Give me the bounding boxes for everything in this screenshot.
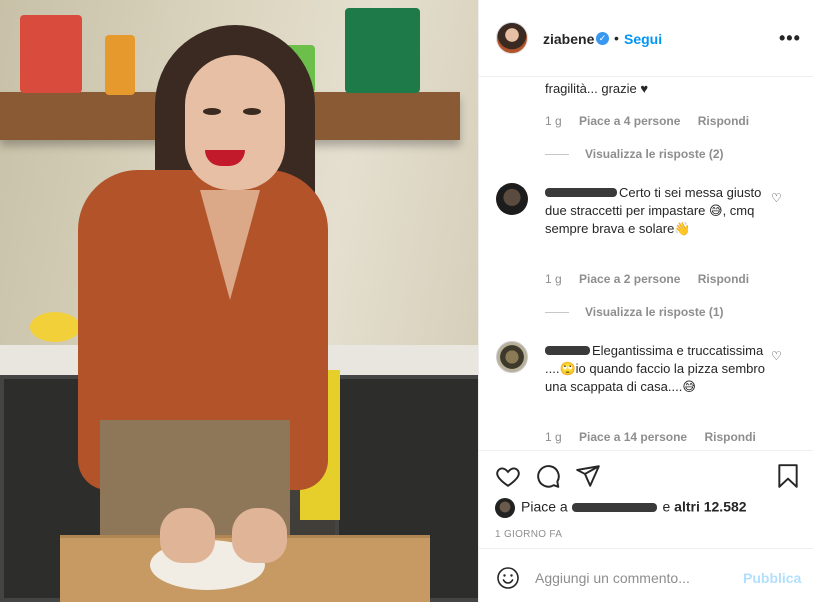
likes-others-count[interactable]: altri 12.582 <box>674 499 746 515</box>
separator-dot: • <box>614 30 619 46</box>
person-hand <box>232 508 287 563</box>
comment-like-heart-icon[interactable]: ♡ <box>771 191 782 205</box>
commenter-avatar[interactable] <box>496 183 528 215</box>
likes-summary[interactable]: Piace a e altri 12.582 <box>495 498 747 518</box>
comment-likes[interactable]: Piace a 14 persone <box>579 430 687 444</box>
share-icon[interactable] <box>575 463 601 489</box>
replies-divider <box>545 312 569 314</box>
comment-text: fragilità... grazie ♥ <box>545 81 649 96</box>
likes-prefix: Piace a <box>521 498 568 515</box>
post-header: ziabene ✓ • Segui ••• <box>479 0 813 77</box>
comment-input[interactable] <box>535 567 735 589</box>
comment-time[interactable]: 1 g <box>545 114 562 128</box>
comment-meta: 1 g Piace a 2 persone Rispondi <box>545 272 763 286</box>
publish-button[interactable]: Pubblica <box>743 570 801 586</box>
comment-body: Certo ti sei messa giusto due straccetti… <box>545 184 765 238</box>
fruit <box>30 312 80 342</box>
person-hand <box>160 508 215 563</box>
avatar[interactable] <box>496 22 528 54</box>
comment-like-heart-icon[interactable]: ♡ <box>771 349 782 363</box>
heart-icon[interactable] <box>495 463 521 489</box>
post-actions: Piace a e altri 12.582 1 GIORNO FA <box>479 450 813 546</box>
comment-time[interactable]: 1 g <box>545 272 562 286</box>
comment-time[interactable]: 1 g <box>545 430 562 444</box>
comment-likes[interactable]: Piace a 2 persone <box>579 272 680 286</box>
view-replies-button[interactable]: Visualizza le risposte (1) <box>545 305 724 319</box>
username-link[interactable]: ziabene <box>543 31 594 47</box>
reply-button[interactable]: Rispondi <box>704 430 755 444</box>
redacted-username <box>545 346 590 356</box>
commenter-avatar[interactable] <box>496 341 528 373</box>
shelf-jar <box>345 8 420 93</box>
post-image[interactable] <box>0 0 478 602</box>
comments-list[interactable]: fragilità... grazie ♥ 1 g Piace a 4 pers… <box>479 78 813 450</box>
redacted-liker-username <box>571 502 657 512</box>
comment-body: Elegantissima e truccatissima ....🙄io qu… <box>545 342 765 396</box>
comment-meta: 1 g Piace a 4 persone Rispondi <box>545 114 763 128</box>
reply-button[interactable]: Rispondi <box>698 272 749 286</box>
replies-divider <box>545 154 569 156</box>
person-eye <box>203 108 221 115</box>
likes-joiner: e <box>662 498 671 515</box>
person-neckline <box>200 190 260 300</box>
add-comment-bar: Pubblica <box>479 548 813 602</box>
follow-button[interactable]: Segui <box>624 31 662 47</box>
comment-icon[interactable] <box>535 463 561 489</box>
comment-likes[interactable]: Piace a 4 persone <box>579 114 680 128</box>
view-replies-button[interactable]: Visualizza le risposte (2) <box>545 147 724 161</box>
view-replies-label: Visualizza le risposte (2) <box>585 147 724 161</box>
shelf-jar <box>105 35 135 95</box>
comment-meta: 1 g Piace a 14 persone Rispondi <box>545 430 770 444</box>
more-options-icon[interactable]: ••• <box>779 29 801 47</box>
person-face <box>185 55 285 190</box>
post-sidebar: ziabene ✓ • Segui ••• fragilità... grazi… <box>478 0 813 602</box>
view-replies-label: Visualizza le risposte (1) <box>585 305 724 319</box>
bookmark-icon[interactable] <box>775 463 801 489</box>
redacted-username <box>545 188 617 198</box>
shelf-jar <box>20 15 82 93</box>
person-eye <box>243 108 261 115</box>
post-timestamp[interactable]: 1 GIORNO FA <box>495 529 562 540</box>
emoji-icon[interactable] <box>496 566 520 590</box>
liker-avatar <box>495 498 515 518</box>
verified-badge-icon: ✓ <box>596 32 609 45</box>
reply-button[interactable]: Rispondi <box>698 114 749 128</box>
